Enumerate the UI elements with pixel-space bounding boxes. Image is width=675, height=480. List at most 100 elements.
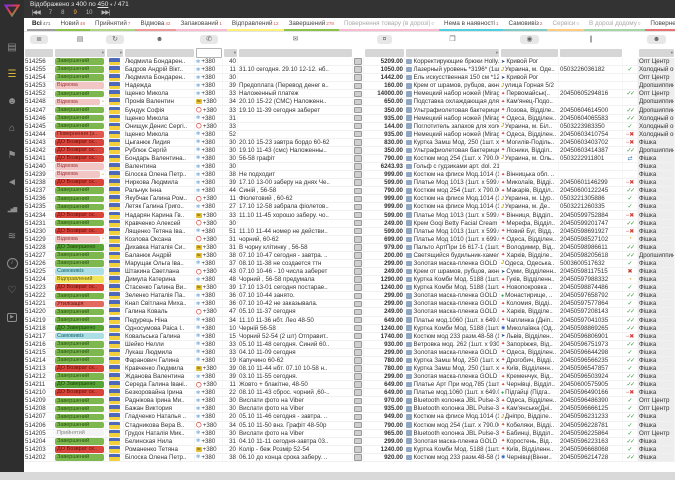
table-row[interactable]: 514211ДО ЗавершеноСереда Галина Івані..◯… — [24, 381, 675, 389]
table-row[interactable]: 514205ПрийнятийГрудок Наталія Мик..✻+380… — [24, 430, 675, 438]
sidebar-warehouse-icon[interactable]: ⌂ — [0, 115, 24, 142]
table-row[interactable]: 514240ВідмоваВалентина✻+380306243.93Голь… — [24, 163, 675, 171]
tab-11[interactable]: Сервіси0 — [547, 18, 584, 31]
range-caret-icon[interactable]: ▾ — [110, 2, 112, 7]
filter-input-flag[interactable]: ▾ — [107, 49, 123, 57]
column-header-check[interactable] — [623, 32, 638, 47]
column-header-pend[interactable] — [223, 32, 238, 47]
table-row[interactable]: 514209ЗавершенийРаднікова Ірина Ми..✻+38… — [24, 397, 675, 405]
sidebar-id-card-icon[interactable]: ▤ — [0, 34, 24, 61]
table-row[interactable]: 514220ЗавершенийГалина Коваль◯+3804705.1… — [24, 308, 675, 316]
tab-6[interactable]: Відправлений12 — [227, 18, 284, 31]
table-row[interactable]: 514229Відмова◔Козлова Оксана◯+38031чорни… — [24, 236, 675, 244]
filter-input-pend[interactable]: ▾ — [224, 49, 237, 57]
table-row[interactable]: 514226ЗавершенийМарущак Ольга Іва..✻+380… — [24, 260, 675, 268]
table-row[interactable]: 514203ДО Возврат ск..Романенко Тетянаlic… — [24, 446, 675, 454]
tab-4[interactable]: Відмова42 — [135, 18, 175, 31]
first-page-button[interactable]: |◀◀ — [32, 9, 40, 17]
sidebar-tags-icon[interactable]: ⚑ — [0, 142, 24, 169]
table-row[interactable]: 514236ЗавершенийЯкубчак Галина Ром..◯+38… — [24, 195, 675, 203]
table-row[interactable]: 514202ЗавершенийБілоска Олена Петр..✻+38… — [24, 454, 675, 462]
column-header-source[interactable]: ☻ — [638, 32, 675, 47]
tab-5[interactable]: Запакований1 — [176, 18, 227, 31]
page-button-9[interactable]: 9 — [73, 9, 76, 17]
table-row[interactable]: 514241ДО Возврат ск..Бондарь Валентина..… — [24, 155, 675, 163]
table-row[interactable]: 514213ДО Возврат ск..Кравченко Людмилаli… — [24, 365, 675, 373]
tab-3[interactable]: Прийнятий7 — [90, 18, 135, 31]
table-row[interactable]: 514206ЗавершенийСтадникова Вера В..◯+380… — [24, 422, 675, 430]
table-row[interactable]: 514207ЗавершенийГладченко Наталья ..✻+38… — [24, 413, 675, 421]
filter-input-comment[interactable] — [239, 49, 352, 57]
tab-2[interactable]: Новий48 — [55, 18, 90, 31]
column-header-product[interactable]: ❒ — [405, 32, 500, 47]
table-row[interactable]: 514215ЗавершенийЛукаш Людмила✻+3803304.1… — [24, 349, 675, 357]
column-header-delivery[interactable]: ◉ — [500, 32, 559, 47]
column-header-flag[interactable]: ↻ — [106, 32, 124, 47]
table-row[interactable]: 514223ДО Возврат ск..Стасенко Галина Ви.… — [24, 284, 675, 292]
column-header-comment[interactable]: ✉ — [238, 32, 353, 47]
table-row[interactable]: 514210ДО Возврат ск..Безкоровайна Ірина✻… — [24, 389, 675, 397]
sidebar-info-icon[interactable]: i — [0, 250, 24, 277]
filter-input-ttn[interactable] — [560, 49, 622, 57]
sidebar-orders-list-icon[interactable]: ☰ — [0, 61, 24, 88]
tab-9[interactable]: Нема в наявності1 — [439, 18, 503, 31]
page-button-8[interactable]: 8 — [61, 9, 64, 17]
table-row[interactable]: 514244Повернення (з..Іщенко Микола✻+3805… — [24, 131, 675, 139]
table-row[interactable]: 514242ДО Возврат ск..Рублюк Сергій✻+3803… — [24, 147, 675, 155]
sidebar-partners-icon[interactable]: ♡ — [0, 277, 24, 304]
table-row[interactable]: 514231ЗавершенийКравченко Алексей◯+38030… — [24, 220, 675, 228]
table-row[interactable]: 514245ЗавершенийОнищук Денис Сергі..◯+38… — [24, 123, 675, 131]
table-row[interactable]: 514246ЗавершенийІщенко Микола✻+38031935.… — [24, 115, 675, 123]
table-row[interactable]: 514252ЗавершенийІщенко Микола✻+38033Нало… — [24, 90, 675, 98]
table-row[interactable]: 514221УтилізаціяКнап Світлана Миха..✻+38… — [24, 300, 675, 308]
sidebar-broadcast-icon[interactable]: ◄ — [0, 169, 24, 196]
filter-input-id[interactable] — [25, 49, 53, 57]
table-row[interactable]: 514225СамовивізШтакина Светлана◯+3804307… — [24, 268, 675, 276]
filter-input-phone[interactable] — [196, 48, 222, 58]
table-row[interactable]: 514224ВідправленийДимула Катерина✻+38048… — [24, 276, 675, 284]
tab-13[interactable]: Повернення ( — [645, 18, 675, 31]
table-row[interactable]: 514239Відмова◔Білоска Олена Петр..✻+3803… — [24, 171, 675, 179]
table-row[interactable]: 514228ДО ЗавершеноДихавка Наталія Си..li… — [24, 244, 675, 252]
table-row[interactable]: 514216ЗавершенийШейко Нелли✻+3803305.10 … — [24, 341, 675, 349]
page-button-7[interactable]: 7 — [49, 9, 52, 17]
table-row[interactable]: 514227ЗавершенийБаланюк Андрійlic+380380… — [24, 252, 675, 260]
tab-12[interactable]: В дорозі додому0 — [584, 18, 645, 31]
table-row[interactable]: 514253ВідмоваНадежда✻+38039Предоплата (П… — [24, 82, 675, 90]
filter-input-product[interactable]: ▾ — [406, 49, 499, 57]
tab-7[interactable]: Завершений278 — [284, 18, 339, 31]
table-row[interactable]: 514222ЗавершенийЗеленко Наталія Па..✻+38… — [24, 292, 675, 300]
table-row[interactable]: 514218ДО ЗавершеноОдносумова Раіса І..✻+… — [24, 325, 675, 333]
tab-8[interactable]: Повернення товару (в дорозі)0 — [339, 18, 439, 31]
column-header-picon[interactable] — [353, 32, 364, 47]
tab-10[interactable]: Самовивіз2 — [503, 18, 547, 31]
table-row[interactable]: 514256ЗавершенийЛюдмила Бондарен..✻+3804… — [24, 58, 675, 66]
table-row[interactable]: 514235ЗавершенийЛетяк Галина Григо..✻+38… — [24, 203, 675, 211]
filter-input-name[interactable] — [125, 49, 194, 57]
column-header-phone[interactable]: ✆ — [195, 32, 223, 47]
filter-input-delivery[interactable] — [501, 49, 558, 57]
sidebar-video-icon[interactable]: ▶ — [0, 304, 24, 331]
sidebar-automation-icon[interactable]: ≋ — [0, 223, 24, 250]
filter-input-status[interactable]: ▾ — [55, 49, 105, 57]
last-page-button[interactable]: ▶▶| — [102, 9, 110, 17]
table-row[interactable]: 514204ЗавершенийБелинская Нила✻+3803104.… — [24, 438, 675, 446]
table-row[interactable]: 514234ДО Возврат ск..Надарян Карина Гв..… — [24, 211, 675, 219]
table-row[interactable]: 514214ЗавершенийФаранович Галина✻+38019К… — [24, 357, 675, 365]
table-row[interactable]: 514219ЗавершенийПедурець Ніна✻+3803411.1… — [24, 317, 675, 325]
column-header-price[interactable]: ¤ — [364, 32, 405, 47]
sidebar-clients-icon[interactable]: ☻ — [0, 88, 24, 115]
sidebar-stats-icon[interactable]: ▂▅▇ — [0, 196, 24, 223]
filter-input-price[interactable] — [365, 49, 404, 57]
tab-1[interactable]: Всі471 — [27, 18, 55, 31]
column-header-id[interactable]: ≣ — [24, 32, 54, 47]
column-header-ttn[interactable]: ∥ — [559, 32, 623, 47]
column-header-status[interactable]: ▤ — [54, 32, 106, 47]
table-row[interactable]: 514243ДО Возврат ск..Цыганюк Лидия✻+3803… — [24, 139, 675, 147]
table-row[interactable]: 514254ЗавершенийЛюдмила Бондарен..✻+3803… — [24, 74, 675, 82]
table-row[interactable]: 514247ЗавершенийБундук Софія◯+3803319.10… — [24, 106, 675, 114]
table-row[interactable]: 514255ЗавершенийБадров Андрій Вікт..✻+38… — [24, 66, 675, 74]
table-row[interactable]: 514237ЗавершенийРальчук Інна✻+38044Синій… — [24, 187, 675, 195]
page-button-10[interactable]: 10 — [86, 9, 93, 17]
table-row[interactable]: 514230ДО Возврат ск..Лященко Тетяна Іва.… — [24, 228, 675, 236]
